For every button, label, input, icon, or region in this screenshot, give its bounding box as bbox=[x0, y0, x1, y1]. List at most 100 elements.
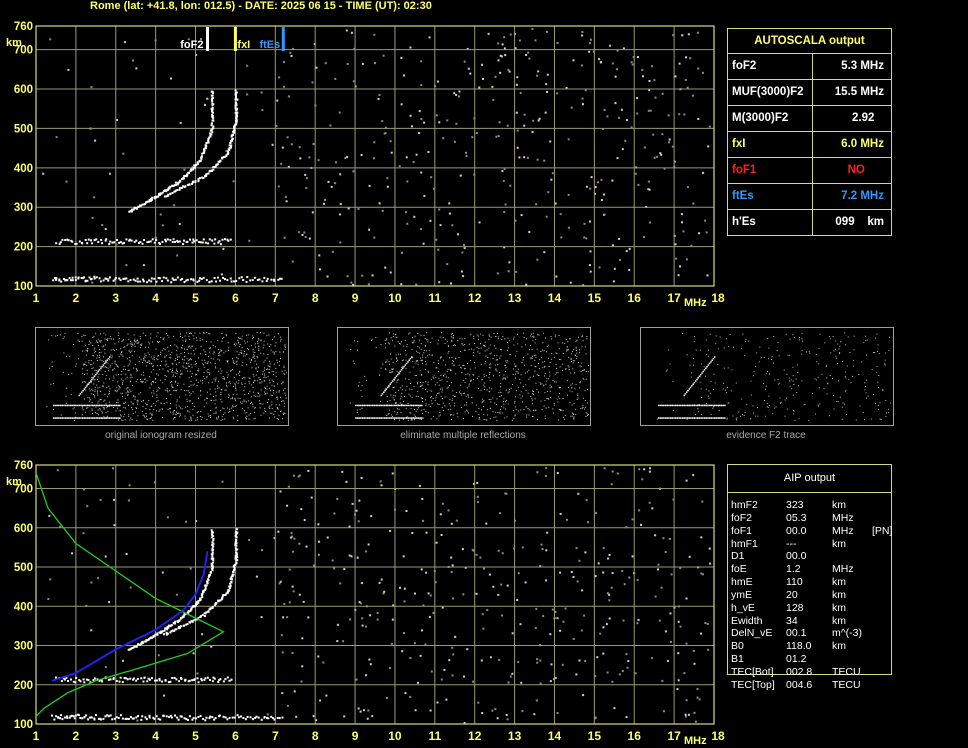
thumbnail-pixel bbox=[136, 370, 138, 372]
thumbnail-trace bbox=[383, 417, 386, 419]
thumbnail-trace bbox=[706, 365, 708, 368]
thumbnail-pixel bbox=[199, 337, 201, 339]
thumbnail-pixel bbox=[707, 355, 709, 357]
noise-pixel bbox=[608, 617, 611, 620]
thumbnail-pixel bbox=[139, 344, 141, 346]
thumbnail-pixel bbox=[226, 382, 227, 384]
thumbnail-pixel bbox=[278, 390, 280, 392]
noise-pixel bbox=[616, 472, 619, 475]
noise-pixel bbox=[286, 136, 289, 139]
thumbnail-pixel bbox=[576, 339, 578, 341]
aip-name: D1 bbox=[731, 550, 745, 563]
thumbnail-trace bbox=[105, 404, 108, 407]
noise-pixel bbox=[128, 484, 131, 487]
thumbnail-pixel bbox=[101, 359, 103, 361]
noise-pixel bbox=[346, 63, 349, 65]
thumbnail-pixel bbox=[275, 368, 277, 370]
noise-pixel bbox=[283, 236, 286, 239]
aip-name: hmE bbox=[731, 576, 753, 589]
thumbnail-pixel bbox=[404, 395, 405, 397]
thumbnail-pixel bbox=[90, 342, 92, 344]
trace-point bbox=[93, 277, 96, 280]
thumbnail-pixel bbox=[135, 368, 137, 370]
noise-pixel bbox=[104, 666, 107, 669]
noise-pixel bbox=[482, 78, 484, 80]
thumbnail-pixel bbox=[167, 370, 169, 372]
noise-pixel bbox=[428, 36, 431, 39]
thumbnail-pixel bbox=[763, 383, 764, 385]
trace-point bbox=[258, 278, 261, 281]
thumbnail-pixel bbox=[209, 348, 210, 350]
thumbnail-pixel bbox=[562, 342, 564, 344]
noise-pixel bbox=[333, 512, 336, 515]
thumbnail-pixel bbox=[98, 357, 100, 358]
trace-point bbox=[211, 113, 213, 116]
noise-pixel bbox=[366, 717, 369, 720]
trace-point bbox=[233, 716, 236, 719]
thumbnail-pixel bbox=[427, 370, 429, 372]
thumbnail-pixel bbox=[708, 397, 710, 399]
noise-pixel bbox=[157, 654, 160, 657]
noise-pixel bbox=[524, 581, 527, 584]
thumbnail-pixel bbox=[282, 418, 284, 420]
trace-point bbox=[68, 277, 71, 280]
noise-pixel bbox=[516, 599, 519, 601]
thumbnail-pixel bbox=[232, 406, 234, 408]
thumbnail-pixel bbox=[490, 367, 492, 369]
thumbnail-pixel bbox=[100, 340, 102, 342]
trace-point bbox=[77, 277, 80, 280]
thumbnail-pixel bbox=[178, 412, 180, 414]
thumbnail-pixel bbox=[284, 394, 286, 396]
thumbnail-trace bbox=[100, 417, 102, 419]
thumbnail-pixel bbox=[128, 391, 130, 393]
trace-point bbox=[135, 239, 138, 242]
thumbnail-pixel bbox=[64, 332, 66, 334]
thumbnail-pixel bbox=[833, 408, 835, 410]
thumbnail-pixel bbox=[395, 354, 397, 356]
thumbnail-pixel bbox=[558, 348, 560, 350]
trace-point bbox=[162, 276, 165, 279]
thumbnail-pixel bbox=[483, 374, 485, 376]
thumbnail-pixel bbox=[91, 373, 93, 375]
trace-point bbox=[95, 238, 98, 241]
trace-point bbox=[150, 677, 153, 680]
thumbnail-pixel bbox=[99, 349, 101, 350]
trace-point bbox=[213, 677, 216, 680]
thumbnail-pixel bbox=[522, 359, 524, 361]
noise-pixel bbox=[608, 593, 611, 596]
thumbnail-pixel bbox=[152, 369, 154, 370]
trace-point bbox=[238, 277, 241, 280]
thumbnail-pixel bbox=[90, 382, 92, 384]
thumbnail-trace bbox=[109, 417, 111, 419]
noise-pixel bbox=[48, 514, 51, 517]
thumbnail-pixel bbox=[406, 346, 408, 348]
thumbnail-pixel bbox=[464, 368, 465, 370]
trace-point bbox=[167, 193, 170, 196]
noise-pixel bbox=[312, 143, 315, 145]
thumbnail-trace bbox=[385, 417, 388, 419]
thumbnail-pixel bbox=[515, 355, 517, 357]
noise-pixel bbox=[301, 234, 304, 236]
trace-point bbox=[74, 279, 77, 281]
thumbnail-pixel bbox=[136, 369, 138, 371]
trace-point bbox=[231, 573, 234, 576]
thumbnail-pixel bbox=[888, 349, 890, 351]
thumbnail-pixel bbox=[123, 346, 125, 348]
thumbnail-pixel bbox=[879, 418, 881, 420]
thumbnail-pixel bbox=[500, 406, 502, 407]
thumbnail-pixel bbox=[465, 409, 467, 411]
noise-pixel bbox=[305, 187, 308, 189]
thumbnail-pixel bbox=[877, 408, 879, 410]
trace-point bbox=[192, 619, 195, 622]
thumbnail-pixel bbox=[505, 408, 506, 410]
noise-pixel bbox=[281, 651, 284, 654]
thumbnail-pixel bbox=[885, 400, 887, 401]
thumbnail-pixel bbox=[470, 360, 471, 362]
thumbnail-pixel bbox=[420, 409, 422, 411]
thumbnail-pixel bbox=[157, 389, 159, 391]
noise-pixel bbox=[275, 124, 278, 127]
thumbnail-pixel bbox=[73, 344, 74, 345]
thumbnail-pixel bbox=[156, 373, 158, 375]
noise-pixel bbox=[261, 109, 264, 112]
thumbnail-trace bbox=[697, 377, 699, 379]
